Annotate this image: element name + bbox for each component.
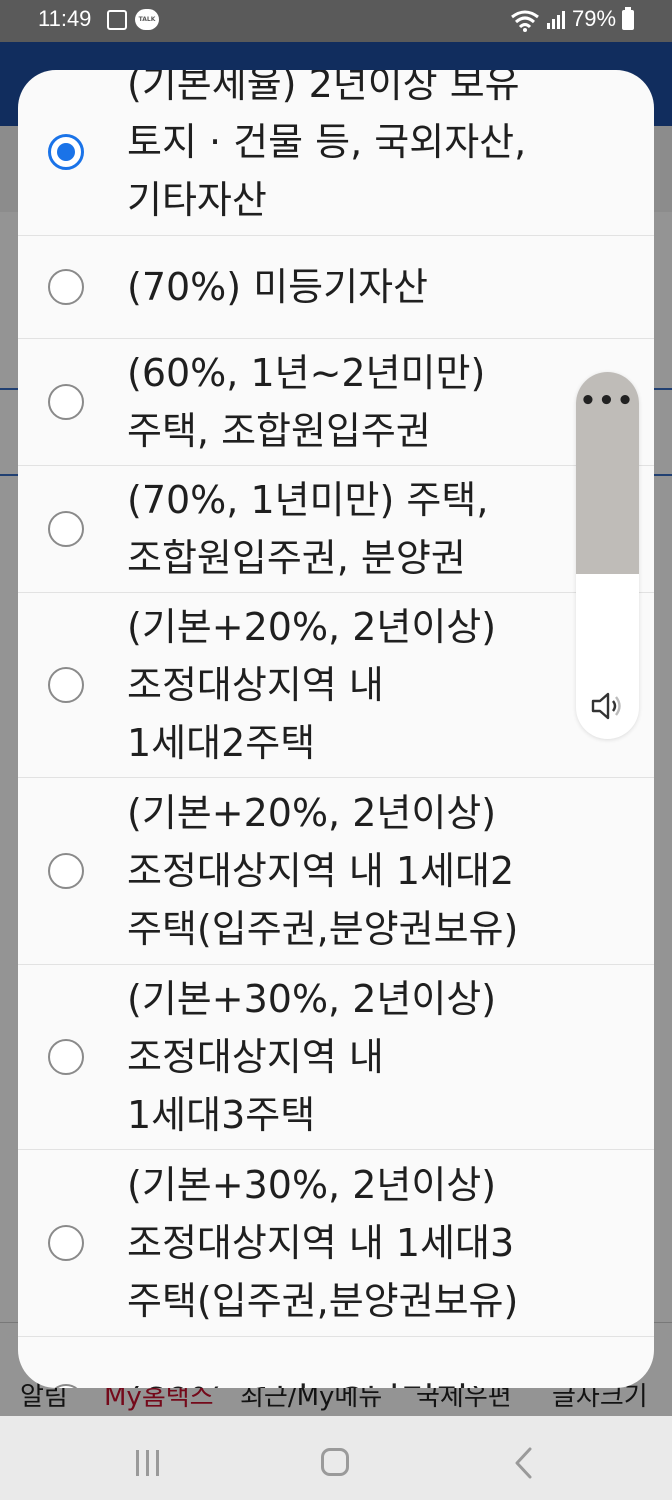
radio-button[interactable] [48, 1225, 84, 1261]
back-button[interactable] [512, 1446, 536, 1480]
more-options-button[interactable]: ••• [576, 386, 639, 416]
option-list: (기본세율) 2년이상 보유 토지 · 건물 등, 국외자산, 기타자산 (70%… [18, 70, 654, 1388]
option-row[interactable]: (70%) 미등기자산 [18, 236, 654, 339]
home-button[interactable] [321, 1448, 349, 1476]
battery-percent: 79% [572, 6, 617, 31]
option-label[interactable]: (60%, 1년~2년미만) 주택, 조합원입주권 [127, 344, 627, 460]
radio-button-selected[interactable] [48, 133, 84, 170]
selection-dialog: (기본세율) 2년이상 보유 토지 · 건물 등, 국외자산, 기타자산 (70%… [18, 70, 654, 1388]
battery-icon [622, 7, 634, 30]
recent-apps-button[interactable] [134, 1450, 162, 1476]
option-label[interactable]: (기본+30%, 2년이상) 조정대상지역 내 1세대3 주택(입주권,분양권보… [127, 1156, 627, 1330]
option-row[interactable]: (기본+30%, 2년이상) 조정대상지역 내 1세대3주택 [18, 965, 654, 1150]
option-row[interactable]: (기본+30%, 2년이상) 조정대상지역 내 1세대3 주택(입주권,분양권보… [18, 1150, 654, 1337]
radio-button[interactable] [48, 269, 84, 305]
wifi-icon [511, 10, 539, 32]
option-row[interactable]: (60%, 1년~2년미만) 주택, 조합원입주권 [18, 339, 654, 466]
option-row[interactable]: (기본+20%, 2년이상) 조정대상지역 내 1세대2 주택(입주권,분양권보… [18, 778, 654, 965]
radio-button[interactable] [48, 511, 84, 547]
speaker-icon[interactable] [591, 690, 625, 722]
status-time: 11:49 [38, 6, 92, 31]
system-nav-bar [0, 1416, 672, 1500]
option-row[interactable]: (70%, 1년미만) 주택, 조합원입주권, 분양권 [18, 466, 654, 593]
radio-button[interactable] [48, 853, 84, 889]
option-label[interactable]: (70%) 미등기자산 [127, 258, 627, 316]
option-label[interactable]: (기본+20%, 2년이상) 조정대상지역 내 1세대2 주택(입주권,분양권보… [127, 784, 627, 958]
volume-panel[interactable]: ••• [576, 372, 639, 739]
option-row[interactable]: (60%, 1년~2년미만) [18, 1337, 654, 1388]
radio-button[interactable] [48, 1384, 84, 1388]
radio-button[interactable] [48, 1039, 84, 1075]
talk-notification-icon: TALK [135, 9, 159, 30]
option-label[interactable]: (기본+30%, 2년이상) 조정대상지역 내 1세대3주택 [127, 970, 627, 1144]
signal-icon [547, 11, 565, 29]
option-label[interactable]: (기본+20%, 2년이상) 조정대상지역 내 1세대2주택 [127, 598, 627, 772]
status-bar: 11:49 TALK 79% [0, 0, 672, 42]
radio-button[interactable] [48, 384, 84, 420]
option-label[interactable]: (기본세율) 2년이상 보유 토지 · 건물 등, 국외자산, 기타자산 [127, 70, 627, 229]
image-notification-icon [107, 10, 127, 30]
option-row[interactable]: (기본+20%, 2년이상) 조정대상지역 내 1세대2주택 [18, 593, 654, 778]
option-label[interactable]: (70%, 1년미만) 주택, 조합원입주권, 분양권 [127, 471, 627, 587]
option-row[interactable]: (기본세율) 2년이상 보유 토지 · 건물 등, 국외자산, 기타자산 [18, 70, 654, 236]
option-label[interactable]: (60%, 1년~2년미만) [127, 1373, 627, 1388]
radio-button[interactable] [48, 667, 84, 703]
